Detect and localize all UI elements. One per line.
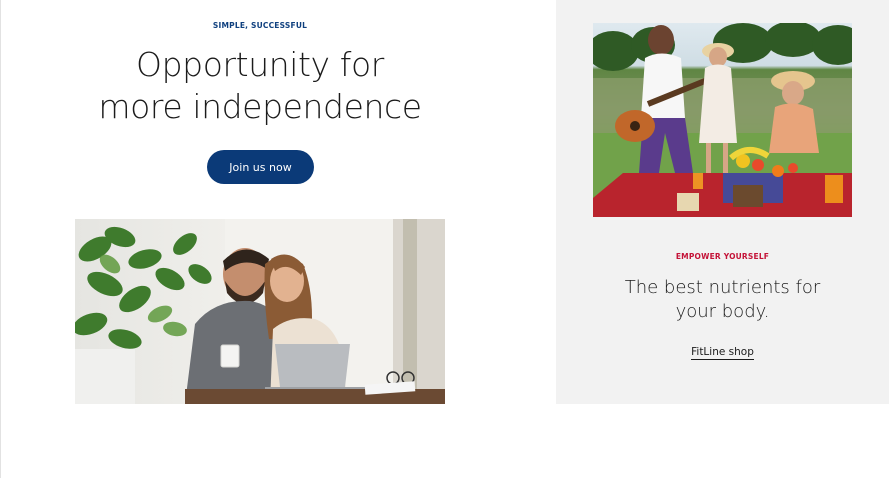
nutrients-eyebrow: EMPOWER YOURSELF <box>675 252 770 261</box>
couple-laptop-photo <box>75 219 445 404</box>
promo-eyebrow: SIMPLE, SUCCESSFUL <box>212 21 308 30</box>
fitline-shop-link[interactable]: FitLine shop <box>691 346 754 360</box>
page: SIMPLE, SUCCESSFUL Opportunity for more … <box>0 0 889 478</box>
join-us-button[interactable]: Join us now <box>207 150 314 184</box>
promo-headline: Opportunity for more independence <box>0 44 520 128</box>
nutrients-headline: The best nutrients for your body. <box>556 276 889 324</box>
nutrients-headline-line1: The best nutrients for <box>624 277 821 298</box>
fitline-shop-link-wrapper: FitLine shop <box>556 346 889 360</box>
promo-card-independence: SIMPLE, SUCCESSFUL Opportunity for more … <box>0 0 556 404</box>
nutrients-headline-line2: your body. <box>675 301 770 322</box>
promo-headline-line2: more independence <box>98 87 422 126</box>
promo-headline-line1: Opportunity for <box>136 45 384 84</box>
promo-card-nutrients: EMPOWER YOURSELF The best nutrients for … <box>556 0 889 404</box>
family-picnic-photo <box>593 23 852 217</box>
